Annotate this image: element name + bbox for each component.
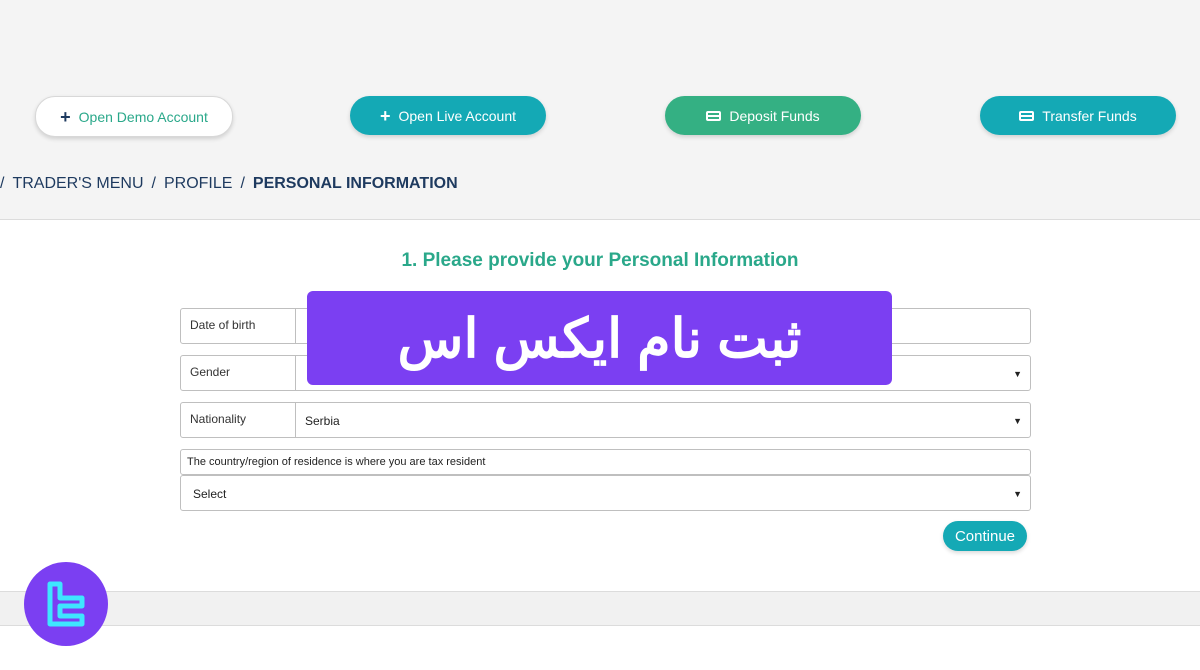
open-live-account-label: Open Live Account — [398, 107, 517, 124]
form-heading: 1. Please provide your Personal Informat… — [401, 250, 799, 271]
breadcrumb-personal-information: PERSONAL INFORMATION — [252, 175, 458, 192]
breadcrumb-profile[interactable]: PROFILE — [164, 175, 232, 193]
nationality-value: Serbia — [305, 414, 340, 428]
open-demo-account-button[interactable]: + Open Demo Account — [35, 96, 233, 137]
date-of-birth-label: Date of birth — [181, 309, 296, 343]
overlay-banner: ثبت نام ایکس اس — [307, 291, 892, 385]
breadcrumb-separator: / — [151, 175, 156, 192]
residence-select-value: Select — [193, 487, 227, 501]
deposit-funds-button[interactable]: Deposit Funds — [665, 96, 861, 135]
nationality-select[interactable]: Serbia ▼ — [296, 403, 1030, 437]
plus-icon: + — [60, 106, 71, 127]
nationality-label: Nationality — [181, 403, 296, 437]
footer-band — [0, 591, 1200, 626]
breadcrumb: / TRADER'S MENU / PROFILE / PERSONAL INF… — [0, 175, 458, 193]
plus-icon: + — [379, 105, 391, 126]
transfer-funds-label: Transfer Funds — [1042, 107, 1137, 124]
chevron-down-icon: ▼ — [1013, 369, 1022, 379]
chevron-down-icon: ▼ — [1013, 489, 1022, 499]
deposit-funds-label: Deposit Funds — [729, 107, 820, 124]
breadcrumb-separator: / — [0, 175, 5, 192]
credit-card-icon — [706, 110, 722, 121]
breadcrumb-traders-menu[interactable]: TRADER'S MENU — [12, 175, 143, 193]
residence-select[interactable]: Select ▼ — [180, 475, 1031, 511]
brand-logo — [24, 562, 108, 646]
residence-note: The country/region of residence is where… — [180, 449, 1031, 475]
caret-down-icon: ▼ — [1013, 416, 1022, 426]
open-live-account-button[interactable]: + Open Live Account — [350, 96, 546, 135]
open-demo-account-label: Open Demo Account — [78, 108, 208, 125]
breadcrumb-separator: / — [240, 175, 245, 192]
gender-label: Gender — [181, 356, 296, 390]
brand-logo-icon — [47, 581, 85, 627]
nationality-row: Nationality Serbia ▼ — [180, 402, 1031, 438]
transfer-funds-button[interactable]: Transfer Funds — [980, 96, 1176, 135]
continue-button[interactable]: Continue — [943, 521, 1027, 551]
credit-card-icon — [1019, 110, 1035, 121]
